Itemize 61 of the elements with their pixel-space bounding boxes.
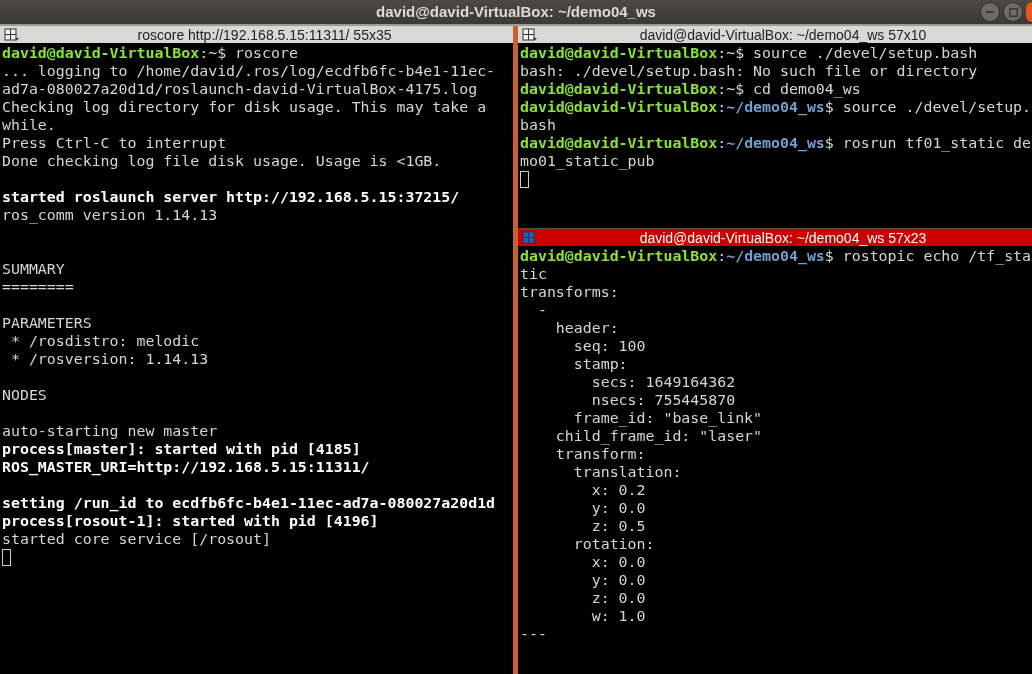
terminal-line: Done checking log file disk usage. Usage is <1GB. — [2, 152, 442, 170]
terminal-line: mo01_static_pub — [520, 152, 655, 170]
pane-title: david@david-VirtualBox: ~/demo04_ws 57x23 — [639, 229, 927, 246]
terminal-line: started core service [/rosout] — [2, 530, 271, 548]
terminal-line: transform: — [554, 445, 646, 463]
terminal-line: david@david-VirtualBox:~/demo04_ws$ source ./devel/setup. — [520, 98, 1032, 116]
terminal-line: translation: — [572, 463, 682, 481]
terminal-line: tic — [520, 265, 547, 283]
terminal-line: x: 0.0 — [590, 553, 646, 571]
terminal-line: david@david-VirtualBox:~$ roscore — [2, 44, 298, 62]
terminal-line: setting /run_id to ecdfb6fc-b4e1-11ec-ad7a-080027a20d1d — [2, 494, 496, 512]
terminal-line: secs: 1649164362 — [590, 373, 736, 391]
terminal-line: * /rosversion: 1.14.13 — [9, 350, 209, 368]
terminal-line: nsecs: 755445870 — [590, 391, 736, 409]
terminal-line: process[master]: started with pid [4185] — [2, 440, 361, 458]
terminal-line: auto-starting new master — [2, 422, 218, 440]
terminal-line: Press Ctrl-C to interrupt — [2, 134, 227, 152]
maximize-button[interactable] — [1003, 2, 1023, 22]
layout-grid-icon[interactable] — [4, 27, 20, 42]
terminal-line: NODES — [2, 386, 47, 404]
terminal-line: bash — [520, 116, 556, 134]
terminal-line: ... logging to /home/david/.ros/log/ecdfb6fc-b4e1-11ec- — [2, 62, 496, 80]
terminal-line: PARAMETERS — [2, 314, 92, 332]
close-button[interactable] — [1026, 2, 1032, 22]
terminal-line: ======== — [2, 278, 74, 296]
terminal-line: david@david-VirtualBox:~/demo04_ws$ rosrun tf01_static de — [520, 134, 1032, 152]
minimize-button[interactable] — [980, 2, 1000, 22]
terminal-line: * /rosdistro: melodic — [9, 332, 200, 350]
terminal-line: x: 0.2 — [590, 481, 646, 499]
terminal-line: transforms: — [520, 283, 619, 301]
terminal-line: y: 0.0 — [590, 499, 646, 517]
terminal-line: ros_comm version 1.14.13 — [2, 206, 218, 224]
terminal-line: y: 0.0 — [590, 571, 646, 589]
terminal-line: rotation: — [572, 535, 655, 553]
pane-title: roscore http://192.168.5.15:11311/ 55x35 — [137, 26, 392, 43]
terminal-line: started roslaunch server http://192.168.5.15:37215/ — [2, 188, 460, 206]
terminal-line: while. — [2, 116, 56, 134]
terminal-line: ad7a-080027a20d1d/roslaunch-david-VirtualBox-4175.log — [2, 80, 478, 98]
window-title: david@david-VirtualBox: ~/demo04_ws — [376, 1, 656, 22]
pane-title: david@david-VirtualBox: ~/demo04_ws 57x10 — [639, 26, 927, 43]
terminal-line: - — [536, 301, 547, 319]
terminal-line: ROS_MASTER_URI=http://192.168.5.15:11311/ — [2, 458, 370, 476]
terminal-line: david@david-VirtualBox:~$ source ./devel/setup.bash — [520, 44, 978, 62]
terminal-line: w: 1.0 — [590, 607, 646, 625]
terminal-line: z: 0.0 — [590, 589, 646, 607]
terminal-line: stamp: — [572, 355, 628, 373]
terminal-line: seq: 100 — [572, 337, 646, 355]
terminal-line: david@david-VirtualBox:~$ cd demo04_ws — [520, 80, 861, 98]
terminal-line: child_frame_id: "laser" — [554, 427, 763, 445]
terminal-line: --- — [520, 625, 547, 643]
terminal-line: process[rosout-1]: started with pid [4196] — [2, 512, 379, 530]
terminal-line: bash: ./devel/setup.bash: No such file or directory — [520, 62, 978, 80]
layout-grid-icon[interactable] — [522, 27, 538, 42]
terminal-line: SUMMARY — [2, 260, 65, 278]
terminal-line: david@david-VirtualBox:~/demo04_ws$ rostopic echo /tf_sta — [520, 247, 1032, 265]
maximize-icon — [1008, 7, 1018, 17]
terminal-line: header: — [554, 319, 619, 337]
minimize-icon — [986, 11, 994, 13]
terminal-line: Checking log directory for disk usage. This may take a — [2, 98, 487, 116]
terminal-line: frame_id: "base_link" — [572, 409, 763, 427]
terminal-line: z: 0.5 — [590, 517, 646, 535]
